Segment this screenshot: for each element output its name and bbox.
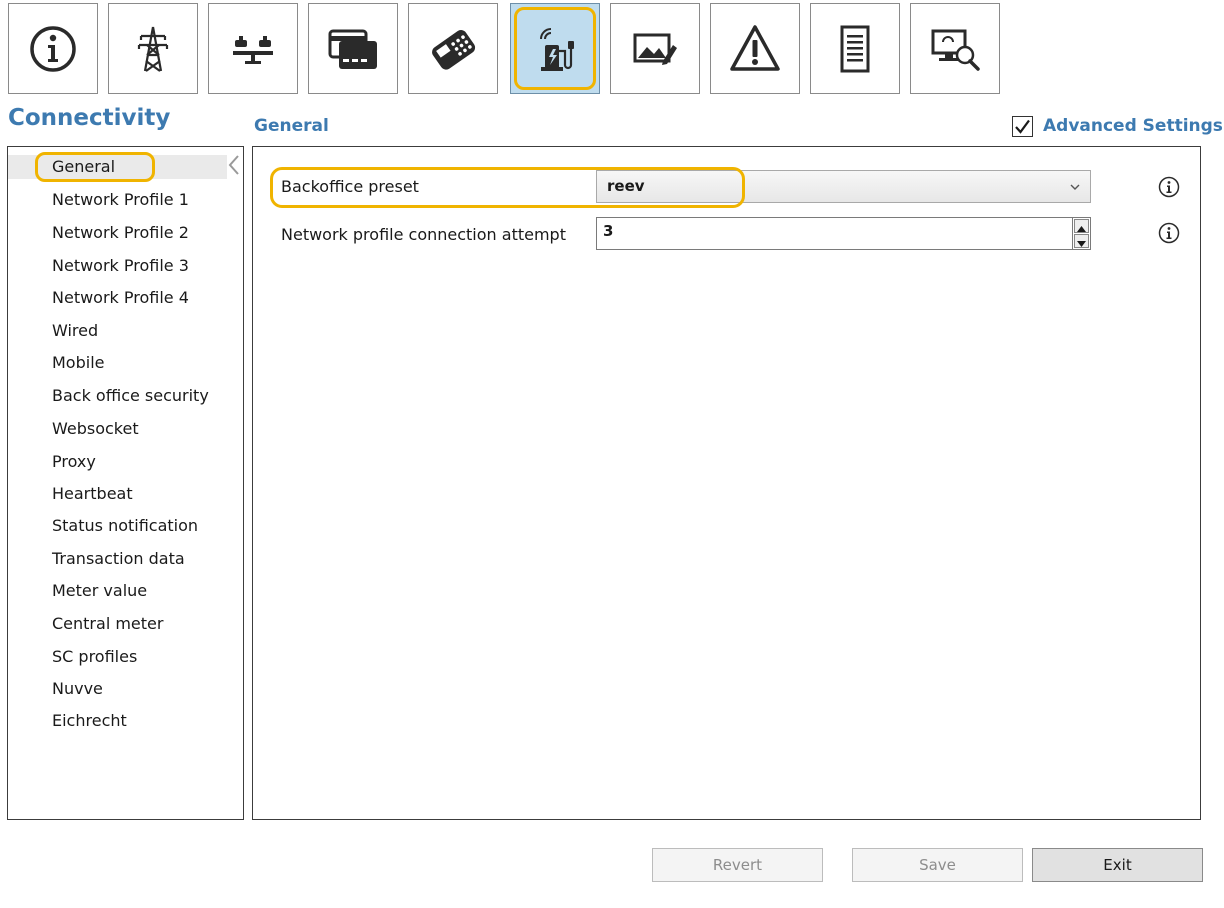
sidebar-item-proxy[interactable]: Proxy <box>52 450 96 474</box>
arrow-down-icon <box>1077 241 1086 247</box>
tab-payment[interactable] <box>308 3 398 94</box>
info-icon[interactable] <box>1158 222 1180 244</box>
exit-button[interactable]: Exit <box>1032 848 1203 882</box>
advanced-settings-checkbox[interactable] <box>1012 115 1033 137</box>
sidebar-item-wired[interactable]: Wired <box>52 319 98 343</box>
sidebar-item-network-profile-4[interactable]: Network Profile 4 <box>52 286 189 310</box>
stepper-up-button[interactable] <box>1074 219 1089 233</box>
checkmark-icon <box>1015 119 1030 134</box>
sidebar-item-transaction-data[interactable]: Transaction data <box>52 547 185 571</box>
payment-card-icon <box>328 29 377 69</box>
sidebar-item-central-meter[interactable]: Central meter <box>52 612 163 636</box>
tab-warnings[interactable] <box>710 3 800 94</box>
sidebar-item-back-office-security[interactable]: Back office security <box>52 384 209 408</box>
section-title: Connectivity <box>8 105 171 131</box>
highlight-backoffice-preset <box>270 167 745 208</box>
tab-diagnostics[interactable] <box>910 3 1000 94</box>
tab-display[interactable] <box>610 3 700 94</box>
settings-category-list: General Network Profile 1 Network Profil… <box>7 146 244 820</box>
sidebar-item-websocket[interactable]: Websocket <box>52 417 139 441</box>
revert-button[interactable]: Revert <box>652 848 823 882</box>
image-edit-icon <box>633 33 677 65</box>
tab-balance[interactable] <box>208 3 298 94</box>
highlight-general-item <box>35 152 155 182</box>
tab-info[interactable] <box>8 3 98 94</box>
info-icon[interactable] <box>1158 176 1180 198</box>
sidebar-item-status-notification[interactable]: Status notification <box>52 514 198 538</box>
sidebar-item-nuvve[interactable]: Nuvve <box>52 677 103 701</box>
document-icon <box>840 25 870 72</box>
tab-terminal[interactable] <box>408 3 498 94</box>
connection-attempt-label: Network profile connection attempt <box>281 225 566 244</box>
sidebar-item-mobile[interactable]: Mobile <box>52 351 104 375</box>
connection-attempt-input[interactable]: 3 <box>596 217 1091 250</box>
sidebar-item-eichrecht[interactable]: Eichrecht <box>52 709 127 733</box>
sidebar-item-meter-value[interactable]: Meter value <box>52 579 147 603</box>
quantity-stepper[interactable] <box>1072 218 1090 249</box>
diagnostics-monitor-icon <box>931 29 980 71</box>
sidebar-item-network-profile-3[interactable]: Network Profile 3 <box>52 254 189 278</box>
info-icon <box>30 25 76 72</box>
toolbar <box>8 3 1008 94</box>
save-button[interactable]: Save <box>852 848 1023 882</box>
page-title: General <box>254 116 329 136</box>
card-terminal-icon <box>432 29 476 70</box>
chevron-left-icon[interactable] <box>226 153 242 177</box>
scale-balance-icon <box>233 35 273 64</box>
sidebar-item-network-profile-2[interactable]: Network Profile 2 <box>52 221 189 245</box>
advanced-settings-label: Advanced Settings <box>1043 116 1223 136</box>
connection-attempt-value: 3 <box>603 222 614 240</box>
tab-log[interactable] <box>810 3 900 94</box>
ev-charger-connectivity-icon <box>540 27 574 71</box>
settings-panel: Backoffice preset reev Network profile c… <box>252 146 1201 820</box>
sidebar-item-network-profile-1[interactable]: Network Profile 1 <box>52 188 189 212</box>
power-pylon-icon <box>137 26 169 72</box>
tab-power[interactable] <box>108 3 198 94</box>
sidebar-item-heartbeat[interactable]: Heartbeat <box>52 482 133 506</box>
chevron-down-icon <box>1070 184 1080 190</box>
tab-connectivity[interactable] <box>510 3 600 94</box>
stepper-down-button[interactable] <box>1074 234 1089 248</box>
sidebar-item-sc-profiles[interactable]: SC profiles <box>52 645 137 669</box>
warning-icon <box>730 24 780 71</box>
advanced-settings-toggle[interactable]: Advanced Settings <box>1012 114 1223 138</box>
